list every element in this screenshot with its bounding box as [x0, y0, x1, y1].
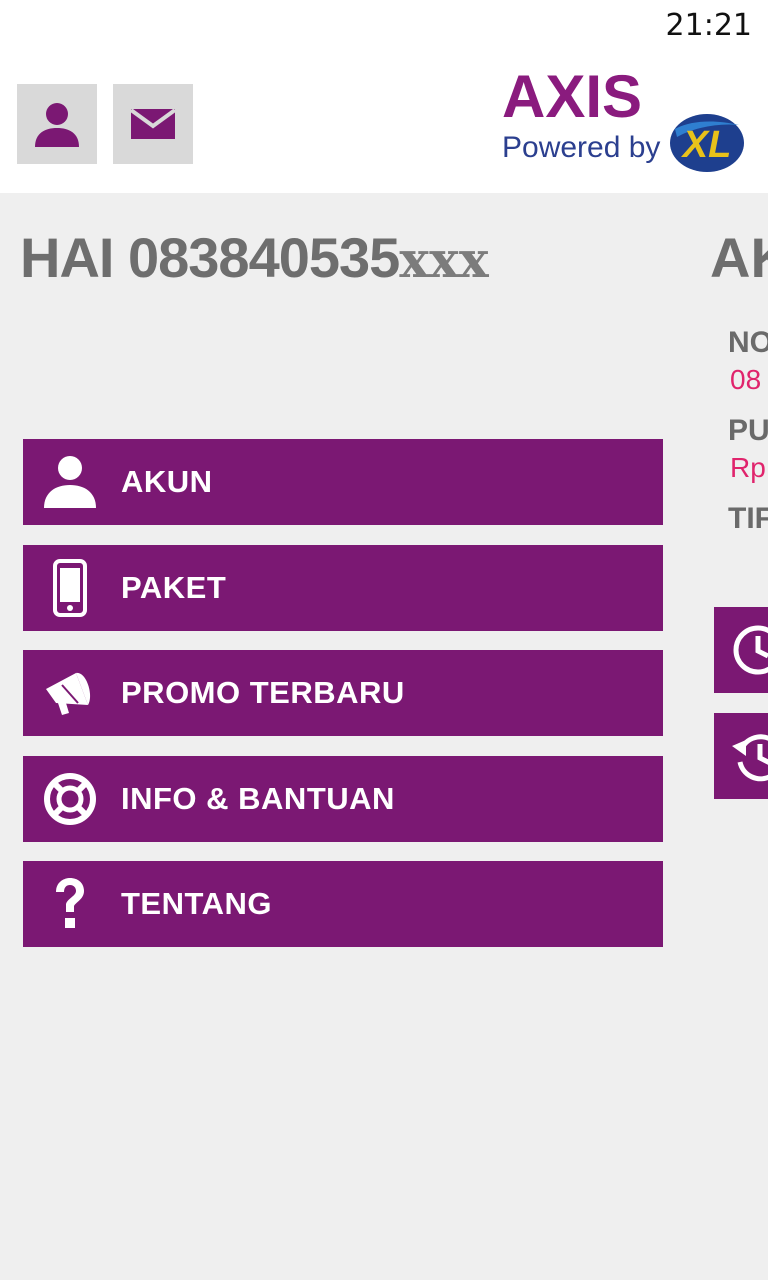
menu-item-label: AKUN — [121, 464, 213, 499]
account-panel-title: AK — [710, 226, 768, 289]
mail-icon — [130, 108, 176, 139]
greeting-masked-digits: xxx — [399, 230, 489, 289]
history-icon — [732, 734, 768, 782]
menu-item-info-bantuan[interactable]: INFO & BANTUAN — [23, 756, 663, 842]
greeting-phone: HAI 083840535 — [20, 226, 400, 289]
menu-item-paket[interactable]: PAKET — [23, 545, 663, 631]
logo-brand: AXIS — [502, 63, 642, 130]
clock-icon — [733, 625, 768, 675]
question-icon — [56, 878, 84, 928]
menu-item-tentang[interactable]: TENTANG — [23, 861, 663, 947]
mail-button[interactable] — [113, 84, 193, 164]
logo-tagline: Powered by — [502, 131, 660, 164]
menu-item-promo-terbaru[interactable]: PROMO TERBARU — [23, 650, 663, 736]
menu-item-akun[interactable]: AKUN — [23, 439, 663, 525]
menu-item-label: INFO & BANTUAN — [121, 781, 395, 816]
account-number-label: NO — [728, 326, 768, 359]
status-bar: 21:21 — [0, 0, 768, 50]
balance-value: Rp — [730, 452, 766, 483]
status-time: 21:21 — [665, 8, 752, 43]
history-button[interactable] — [714, 713, 768, 799]
lifebuoy-icon — [44, 773, 96, 825]
balance-label: PU — [728, 414, 768, 447]
megaphone-icon — [46, 672, 91, 715]
account-number-value: 08 — [730, 364, 762, 395]
menu-item-label: PAKET — [121, 570, 227, 605]
menu-item-label: PROMO TERBARU — [121, 675, 405, 710]
person-icon — [44, 456, 96, 508]
logo-partner: XL — [681, 124, 732, 166]
menu-item-label: TENTANG — [121, 886, 273, 921]
person-icon — [35, 103, 79, 147]
profile-button[interactable] — [17, 84, 97, 164]
app-header: AXIS Powered by XL — [0, 50, 768, 193]
phone-icon — [53, 559, 87, 617]
tariff-label: TIF — [728, 502, 768, 535]
clock-button[interactable] — [714, 607, 768, 693]
greeting-title: HAI 083840535xxx — [20, 225, 489, 290]
axis-logo: AXIS Powered by XL — [499, 55, 749, 185]
